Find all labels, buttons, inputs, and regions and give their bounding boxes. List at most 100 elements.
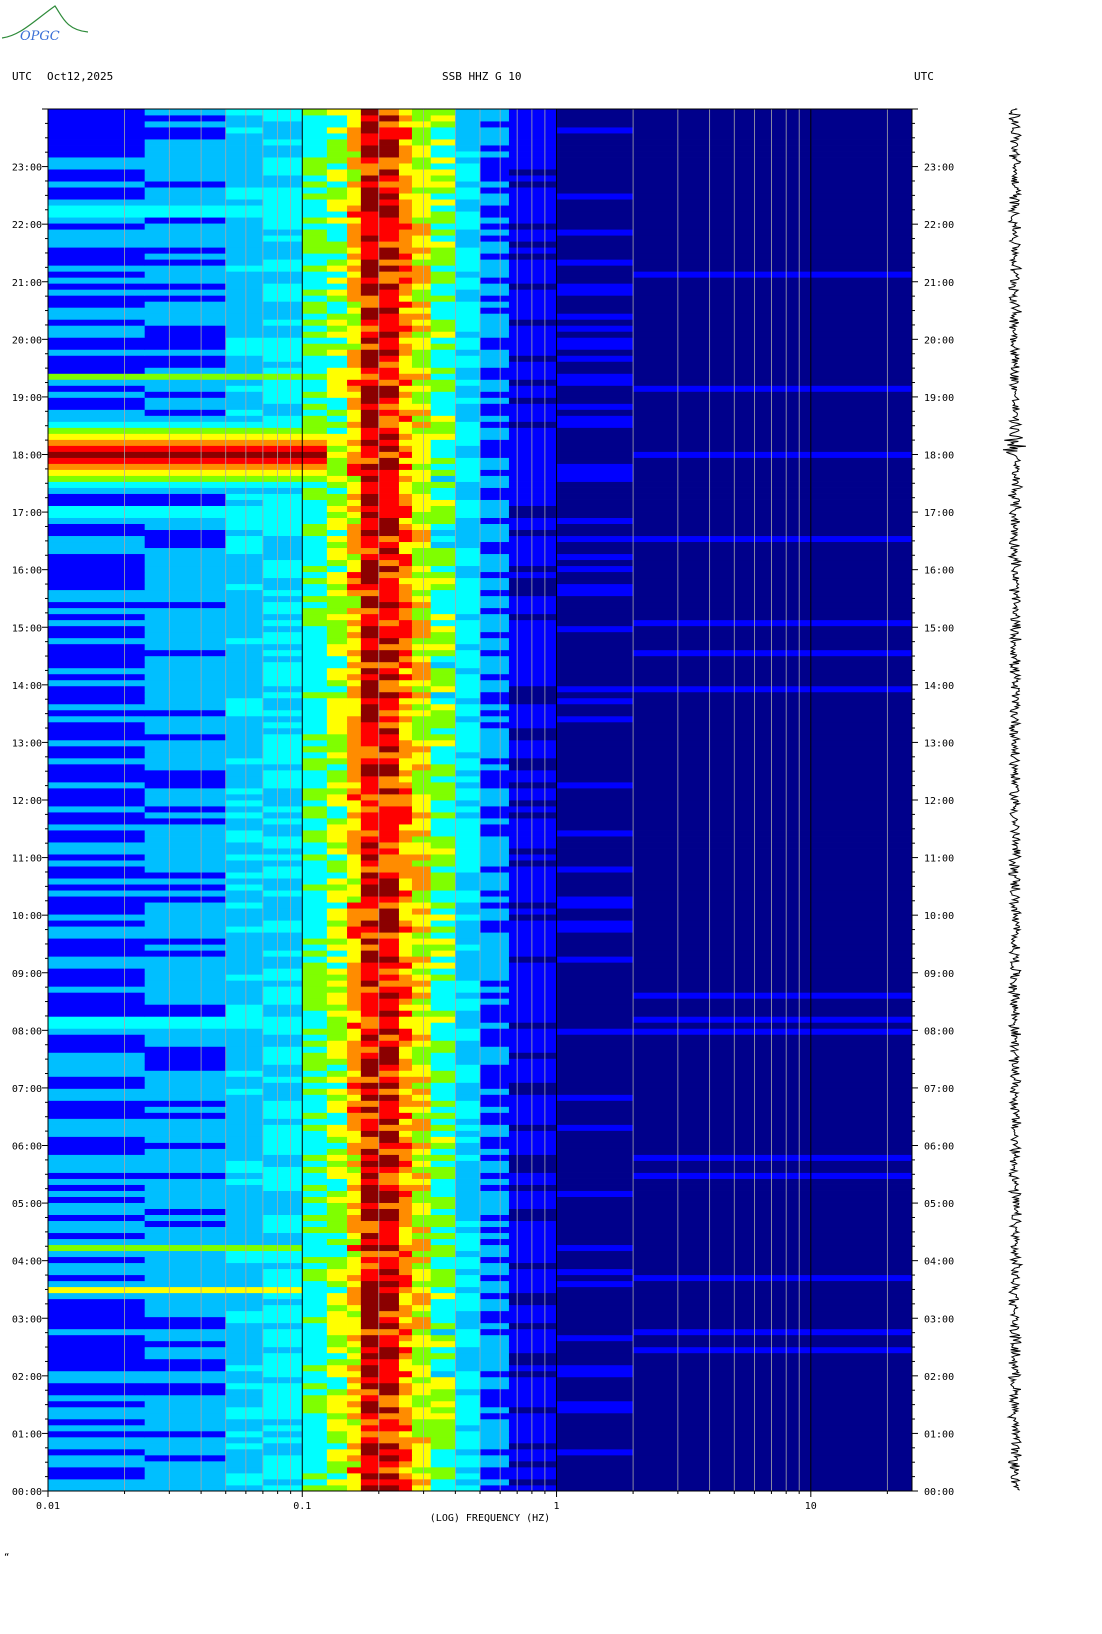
heatmap-cell [48, 1076, 146, 1083]
heatmap-cell [144, 775, 227, 783]
heatmap-cell [302, 1454, 328, 1462]
heatmap-cell [302, 1268, 328, 1276]
heatmap-cell [144, 463, 227, 470]
heatmap-cell [347, 571, 362, 579]
heatmap-cell [378, 1250, 400, 1258]
heatmap-cell [347, 625, 362, 633]
heatmap-cell [633, 229, 913, 236]
heatmap-cell [144, 787, 227, 795]
heatmap-cell [262, 745, 303, 753]
heatmap-cell [360, 1388, 380, 1396]
heatmap-cell [144, 1016, 227, 1023]
heatmap-cell [262, 637, 303, 645]
heatmap-cell [225, 884, 264, 891]
heatmap-cell [430, 1094, 456, 1101]
heatmap-cell [225, 655, 264, 663]
heatmap-cell [302, 313, 328, 320]
heatmap-cell [398, 1310, 413, 1318]
heatmap-cell [455, 181, 481, 188]
heatmap-cell [556, 1322, 634, 1330]
heatmap-cell [508, 1406, 557, 1414]
heatmap-cell [360, 818, 380, 825]
heatmap-cell [508, 385, 557, 392]
heatmap-cell [347, 830, 362, 837]
heatmap-cell [48, 169, 146, 176]
heatmap-cell [556, 1376, 634, 1384]
heatmap-cell [225, 325, 264, 332]
heatmap-cell [455, 1286, 481, 1294]
heatmap-cell [48, 1256, 146, 1264]
heatmap-cell [411, 1106, 432, 1113]
heatmap-cell [347, 259, 362, 266]
heatmap-cell [302, 229, 328, 236]
heatmap-cell [302, 649, 328, 657]
heatmap-cell [347, 607, 362, 615]
heatmap-cell [144, 205, 227, 212]
heatmap-cell [633, 1016, 913, 1023]
heatmap-cell [347, 565, 362, 573]
heatmap-cell [378, 391, 400, 398]
heatmap-cell [347, 800, 362, 807]
heatmap-cell [326, 139, 348, 146]
heatmap-cell [556, 1424, 634, 1432]
heatmap-cell [144, 1148, 227, 1155]
heatmap-cell [144, 944, 227, 951]
heatmap-cell [378, 517, 400, 524]
heatmap-cell [556, 1298, 634, 1306]
heatmap-cell [480, 908, 510, 915]
heatmap-cell [360, 1160, 380, 1167]
heatmap-cell [48, 781, 146, 789]
heatmap-cell [262, 1388, 303, 1396]
heatmap-cell [302, 175, 328, 182]
heatmap-cell [302, 289, 328, 296]
heatmap-cell [556, 595, 634, 603]
heatmap-cell [326, 1172, 348, 1179]
heatmap-cell [430, 1202, 456, 1209]
heatmap-cell [144, 553, 227, 561]
heatmap-cell [378, 1436, 400, 1444]
heatmap-cell [48, 1094, 146, 1101]
heatmap-cell [480, 1124, 510, 1131]
heatmap-cell [302, 331, 328, 338]
heatmap-cell [144, 157, 227, 164]
x-tick-label: 10 [805, 1501, 817, 1512]
heatmap-cell [262, 331, 303, 338]
heatmap-cell [360, 145, 380, 152]
heatmap-cell [430, 1292, 456, 1300]
heatmap-cell [411, 962, 432, 969]
heatmap-cell [144, 385, 227, 392]
heatmap-cell [430, 1442, 456, 1450]
heatmap-cell [347, 920, 362, 927]
heatmap-cell [262, 1310, 303, 1318]
heatmap-cell [302, 932, 328, 939]
heatmap-cell [508, 1256, 557, 1264]
heatmap-cell [347, 1424, 362, 1432]
heatmap-cell [411, 757, 432, 765]
heatmap-cell [360, 451, 380, 458]
heatmap-cell [326, 1274, 348, 1282]
heatmap-cell [347, 277, 362, 284]
heatmap-cell [225, 890, 264, 897]
heatmap-cell [556, 637, 634, 645]
heatmap-cell [378, 842, 400, 849]
heatmap-cell [302, 415, 328, 422]
heatmap-cell [302, 301, 328, 308]
heatmap-cell [262, 469, 303, 476]
heatmap-cell [480, 499, 510, 506]
heatmap-cell [48, 1334, 146, 1342]
heatmap-cell [480, 1208, 510, 1215]
heatmap-cell [326, 319, 348, 326]
heatmap-cell [262, 319, 303, 326]
heatmap-cell [347, 1346, 362, 1354]
heatmap-cell [556, 361, 634, 368]
heatmap-cell [360, 613, 380, 621]
heatmap-cell [633, 1172, 913, 1179]
heatmap-cell [378, 187, 400, 194]
heatmap-cell [633, 1148, 913, 1155]
heatmap-cell [48, 463, 146, 470]
heatmap-cell [302, 703, 328, 711]
heatmap-cell [455, 962, 481, 969]
heatmap-cell [378, 235, 400, 242]
heatmap-cell [378, 343, 400, 350]
heatmap-cell [430, 757, 456, 765]
